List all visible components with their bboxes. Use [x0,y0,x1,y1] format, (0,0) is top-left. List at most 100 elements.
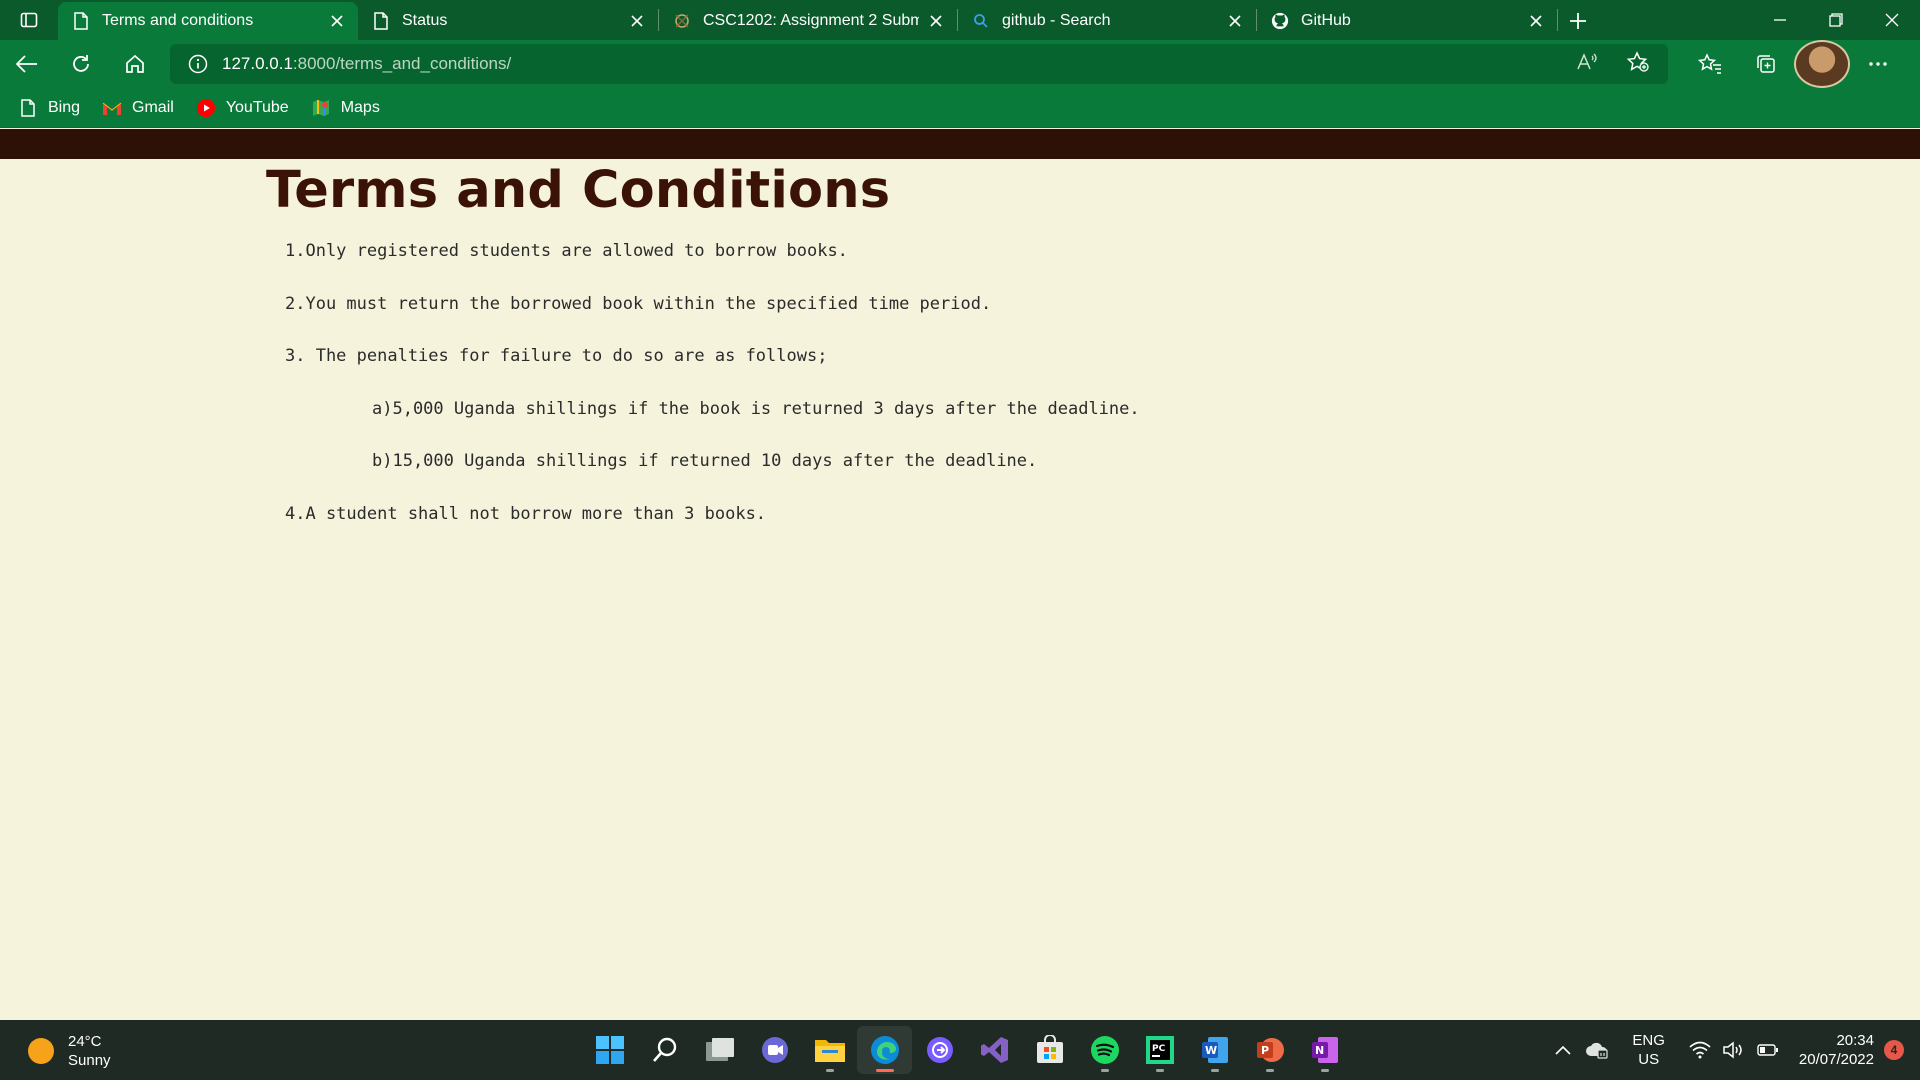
bookmark-bing[interactable]: Bing [18,98,80,118]
university-logo-icon [673,12,691,30]
more-button[interactable] [1850,40,1906,88]
favorites-icon [1698,53,1721,74]
close-icon[interactable] [927,12,945,30]
tab-assignment[interactable]: CSC1202: Assignment 2 Submiss [659,2,957,40]
visual-studio-button[interactable] [967,1026,1022,1074]
onenote-button[interactable]: N [1297,1026,1352,1074]
tab-github[interactable]: GitHub [1257,2,1557,40]
svg-text:P: P [1261,1044,1269,1057]
home-button[interactable] [108,40,162,88]
visual-studio-icon [980,1037,1008,1063]
spotify-icon [1090,1036,1119,1064]
battery-button[interactable] [1753,1035,1783,1065]
term-item: 4.A student shall not borrow more than 3… [285,504,767,524]
close-icon[interactable] [1527,12,1545,30]
running-indicator [875,1069,894,1072]
onedrive-button[interactable] [1582,1035,1612,1065]
spotify-button[interactable] [1077,1026,1132,1074]
maps-icon [311,98,331,118]
close-window-button[interactable] [1864,0,1920,40]
close-icon[interactable] [628,12,646,30]
show-hidden-icons-button[interactable] [1548,1035,1578,1065]
close-icon[interactable] [328,12,346,30]
running-indicator [1265,1069,1274,1072]
page-icon [18,98,38,118]
start-button[interactable] [582,1026,637,1074]
plus-icon [1570,13,1586,29]
weather-temp: 24°C [68,1033,102,1050]
tab-github-search[interactable]: github - Search [958,2,1256,40]
bookmarks-bar: Bing Gmail YouTube Maps [0,88,1920,128]
store-icon [1036,1035,1063,1063]
bookmark-maps[interactable]: Maps [311,98,380,118]
tab-status[interactable]: Status [358,2,658,40]
svg-text:N: N [1315,1044,1324,1057]
tab-terms[interactable]: Terms and conditions [58,2,358,40]
svg-text:W: W [1205,1044,1217,1057]
back-button[interactable] [0,40,54,88]
powerpoint-button[interactable]: P [1242,1026,1297,1074]
windows-icon [595,1036,624,1064]
new-tab-button[interactable] [1558,2,1598,40]
arrow-left-icon [16,55,37,73]
sun-icon [28,1038,54,1064]
word-icon: W [1201,1037,1228,1063]
word-button[interactable]: W [1187,1026,1242,1074]
task-view-button[interactable] [692,1026,747,1074]
toolbar-right [1682,40,1906,88]
tab-title: CSC1202: Assignment 2 Submiss [703,12,919,29]
info-icon[interactable] [188,54,208,74]
refresh-button[interactable] [54,40,108,88]
restore-button[interactable] [1808,0,1864,40]
weather-widget[interactable]: 24°C Sunny [28,1032,111,1070]
page-icon [372,12,390,30]
language-indicator[interactable]: ENG US [1632,1031,1665,1069]
bookmark-label: YouTube [225,98,289,116]
volume-icon [1723,1041,1742,1059]
bookmark-gmail[interactable]: Gmail [102,98,174,118]
remote-app-button[interactable] [912,1026,967,1074]
search-icon [972,12,990,30]
search-icon [652,1037,676,1062]
pycharm-button[interactable]: PC [1132,1026,1187,1074]
term-item: 3. The penalties for failure to do so ar… [285,346,828,366]
microsoft-store-button[interactable] [1022,1026,1077,1074]
collections-button[interactable] [1738,40,1794,88]
browser-toolbar: 127.0.0.1:8000/terms_and_conditions/ [0,40,1920,88]
add-favorite-icon[interactable] [1626,50,1650,78]
notification-badge[interactable]: 4 [1884,1040,1904,1060]
tab-title: Status [402,12,448,29]
volume-button[interactable] [1719,1035,1749,1065]
task-view-icon [705,1038,734,1061]
term-item: 2.You must return the borrowed book with… [285,294,992,314]
bookmark-label: Maps [340,98,380,116]
edge-button[interactable] [857,1026,912,1074]
pycharm-icon: PC [1145,1036,1174,1064]
bookmark-youtube[interactable]: YouTube [196,98,289,118]
minimize-button[interactable] [1752,0,1808,40]
region-label: US [1638,1051,1660,1068]
folder-icon [814,1040,845,1062]
search-button[interactable] [637,1026,692,1074]
wifi-button[interactable] [1685,1035,1715,1065]
taskbar-apps: PC W P N [582,1026,1352,1074]
clock-date: 20/07/2022 [1798,1051,1874,1068]
tab-title: GitHub [1301,12,1351,29]
language-label: ENG [1632,1032,1665,1049]
collections-icon [1757,55,1775,73]
tab-actions-button[interactable] [0,0,58,40]
profile-button[interactable] [1794,40,1850,88]
clock[interactable]: 20:34 20/07/2022 [1799,1031,1874,1069]
refresh-icon [73,55,89,72]
chevron-up-icon [1555,1045,1571,1055]
close-icon[interactable] [1226,12,1244,30]
address-bar[interactable]: 127.0.0.1:8000/terms_and_conditions/ [170,44,1668,84]
read-aloud-icon[interactable] [1576,52,1598,77]
edge-icon [870,1036,899,1064]
bookmark-label: Bing [48,98,81,116]
favorites-button[interactable] [1682,40,1738,88]
file-explorer-button[interactable] [802,1026,857,1074]
teams-chat-button[interactable] [747,1026,802,1074]
home-icon [126,54,144,73]
youtube-icon [196,98,216,118]
